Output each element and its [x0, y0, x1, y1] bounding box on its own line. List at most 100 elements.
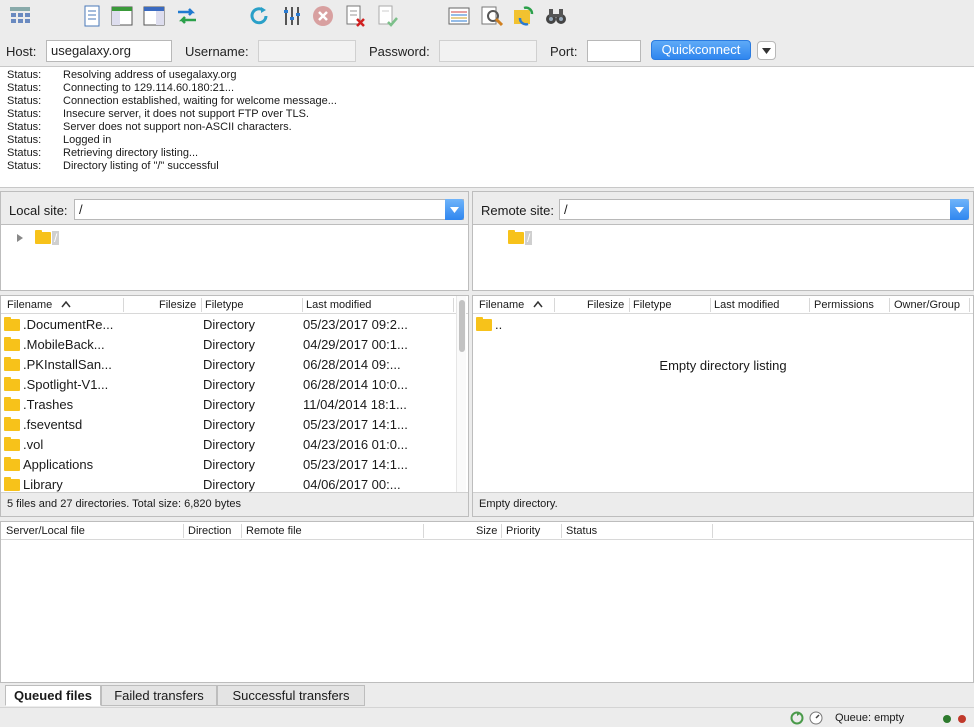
header-filename[interactable]: Filename: [479, 299, 524, 311]
header-direction[interactable]: Direction: [188, 525, 231, 537]
log-message: Retrieving directory listing...: [63, 147, 199, 159]
file-modified: 05/23/2017 14:1...: [303, 457, 408, 472]
column-separator[interactable]: [302, 298, 303, 312]
file-row[interactable]: Applications Directory 05/23/2017 14:1...: [1, 454, 468, 474]
disconnect-icon[interactable]: [343, 4, 367, 28]
local-path-dropdown[interactable]: [445, 199, 464, 220]
port-input[interactable]: [587, 40, 641, 62]
local-tree-icon[interactable]: [110, 4, 134, 28]
username-label: Username:: [185, 44, 249, 59]
file-type: Directory: [203, 337, 256, 352]
host-input[interactable]: usegalaxy.org: [46, 40, 172, 62]
search-remote-icon[interactable]: [480, 4, 504, 28]
header-filename[interactable]: Filename: [7, 299, 52, 311]
column-separator[interactable]: [183, 524, 184, 538]
cancel-icon[interactable]: [311, 4, 335, 28]
header-modified[interactable]: Last modified: [306, 299, 371, 311]
column-separator[interactable]: [554, 298, 555, 312]
file-row[interactable]: .fseventsd Directory 05/23/2017 14:1...: [1, 414, 468, 434]
header-permissions[interactable]: Permissions: [814, 299, 874, 311]
password-label: Password:: [369, 44, 430, 59]
column-separator[interactable]: [453, 298, 454, 312]
file-type: Directory: [203, 377, 256, 392]
folder-icon: [4, 417, 20, 431]
header-filetype[interactable]: Filetype: [205, 299, 244, 311]
local-list-scrollbar[interactable]: [456, 296, 466, 492]
column-separator[interactable]: [889, 298, 890, 312]
header-modified[interactable]: Last modified: [714, 299, 779, 311]
column-separator[interactable]: [423, 524, 424, 538]
column-separator[interactable]: [561, 524, 562, 538]
header-filesize[interactable]: Filesize: [159, 299, 196, 311]
folder-icon: [4, 437, 20, 451]
column-separator[interactable]: [123, 298, 124, 312]
refresh-icon[interactable]: [247, 4, 271, 28]
column-separator[interactable]: [712, 524, 713, 538]
quickconnect-button[interactable]: Quickconnect: [651, 40, 751, 60]
filter-icon[interactable]: [280, 4, 304, 28]
tab-successful-transfers[interactable]: Successful transfers: [217, 685, 365, 706]
quickconnect-dropdown[interactable]: [757, 41, 776, 60]
column-separator[interactable]: [629, 298, 630, 312]
remote-tree-root[interactable]: /: [508, 230, 533, 245]
transfer-queue[interactable]: Server/Local file Direction Remote file …: [0, 521, 974, 683]
local-path-combo[interactable]: /: [74, 199, 464, 220]
remote-file-list[interactable]: Filename Filesize Filetype Last modified…: [472, 295, 974, 517]
column-separator[interactable]: [201, 298, 202, 312]
folder-icon: [4, 377, 20, 391]
log-message: Connecting to 129.114.60.180:21...: [63, 82, 235, 94]
local-file-list[interactable]: Filename Filesize Filetype Last modified…: [0, 295, 469, 517]
column-separator[interactable]: [809, 298, 810, 312]
remote-tree-icon[interactable]: [142, 4, 166, 28]
tree-root-label: /: [52, 231, 60, 245]
tab-queued-files[interactable]: Queued files: [5, 685, 101, 706]
chevron-down-icon: [762, 47, 771, 54]
header-filetype[interactable]: Filetype: [633, 299, 672, 311]
header-filesize[interactable]: Filesize: [587, 299, 624, 311]
file-row[interactable]: .vol Directory 04/23/2016 01:0...: [1, 434, 468, 454]
tab-failed-transfers[interactable]: Failed transfers: [101, 685, 217, 706]
local-tree-root[interactable]: /: [16, 230, 60, 245]
file-modified: 04/06/2017 00:...: [303, 477, 401, 492]
remote-path-value: /: [564, 202, 568, 217]
find-files-icon[interactable]: [544, 4, 568, 28]
file-row[interactable]: .PKInstallSan... Directory 06/28/2014 09:.…: [1, 354, 468, 374]
file-row[interactable]: .DocumentRe... Directory 05/23/2017 09:2..…: [1, 314, 468, 334]
expand-arrow-icon[interactable]: [16, 234, 24, 242]
compare-icon[interactable]: [447, 4, 471, 28]
message-log-icon[interactable]: [80, 4, 104, 28]
file-row[interactable]: .Spotlight-V1... Directory 06/28/2014 10:0…: [1, 374, 468, 394]
column-separator[interactable]: [501, 524, 502, 538]
file-row[interactable]: Library Directory 04/06/2017 00:...: [1, 474, 468, 494]
column-separator[interactable]: [241, 524, 242, 538]
header-remote-file[interactable]: Remote file: [246, 525, 302, 537]
speed-limit-icon[interactable]: [809, 711, 823, 725]
header-size[interactable]: Size: [476, 525, 497, 537]
password-input[interactable]: [439, 40, 537, 62]
username-input[interactable]: [258, 40, 356, 62]
file-row[interactable]: .Trashes Directory 11/04/2014 18:1...: [1, 394, 468, 414]
column-separator[interactable]: [969, 298, 970, 312]
parent-directory-row[interactable]: ..: [473, 314, 973, 334]
header-owner-group[interactable]: Owner/Group: [894, 299, 960, 311]
log-label: Status:: [7, 82, 42, 94]
scrollbar-thumb[interactable]: [459, 300, 465, 352]
remote-path-combo[interactable]: /: [559, 199, 969, 220]
header-priority[interactable]: Priority: [506, 525, 540, 537]
remote-path-dropdown[interactable]: [950, 199, 969, 220]
column-separator[interactable]: [710, 298, 711, 312]
file-name: .Spotlight-V1...: [23, 377, 109, 392]
empty-listing-message: Empty directory listing: [659, 358, 787, 373]
reconnect-icon[interactable]: [375, 4, 399, 28]
transfer-queue-icon[interactable]: [175, 4, 199, 28]
log-message: Resolving address of usegalaxy.org: [63, 69, 237, 81]
log-label: Status:: [7, 69, 42, 81]
message-log[interactable]: Status: Resolving address of usegalaxy.or…: [0, 66, 974, 188]
site-manager-icon[interactable]: [8, 4, 32, 28]
sync-browse-icon[interactable]: [512, 4, 536, 28]
header-status[interactable]: Status: [566, 525, 597, 537]
file-row[interactable]: .MobileBack... Directory 04/29/2017 00:1..…: [1, 334, 468, 354]
file-type: Directory: [203, 457, 256, 472]
header-server-local-file[interactable]: Server/Local file: [6, 525, 85, 537]
file-modified: 11/04/2014 18:1...: [303, 397, 407, 412]
